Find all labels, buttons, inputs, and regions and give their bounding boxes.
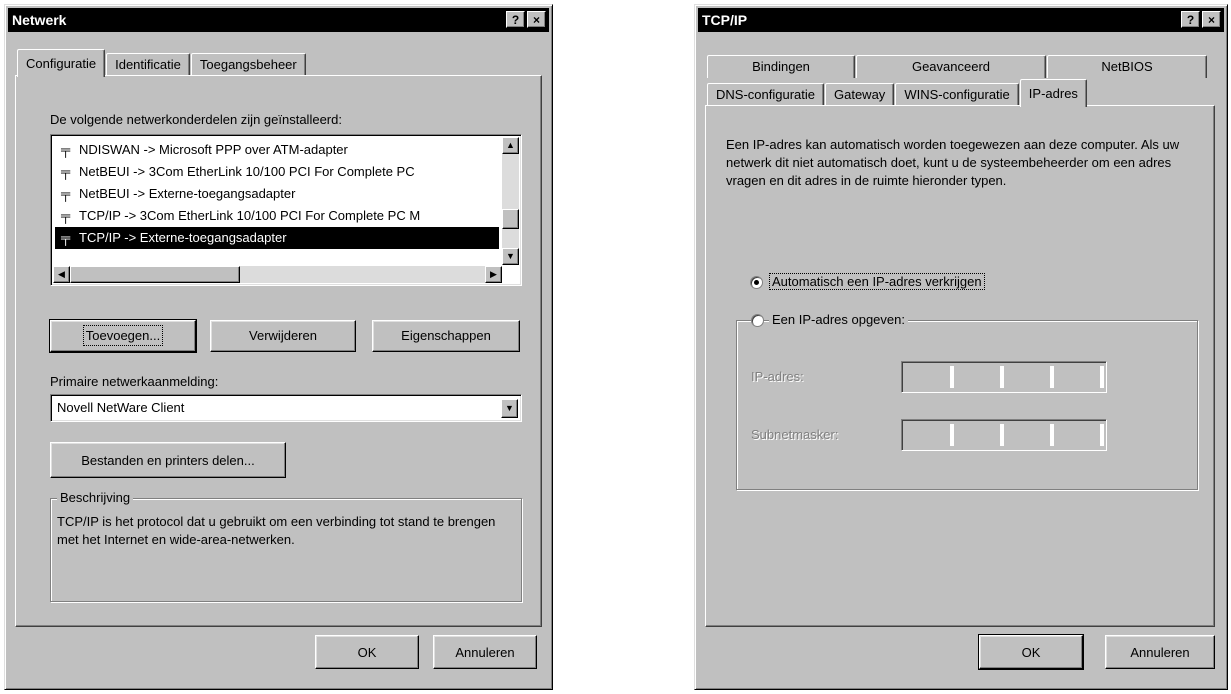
description-text: TCP/IP is het protocol dat u gebruikt om… [57,514,496,547]
tab-identificatie[interactable]: Identificatie [106,53,190,76]
components-list[interactable]: ╤ NDISWAN -> Microsoft PPP over ATM-adap… [50,134,522,286]
list-item-selected[interactable]: ╤ TCP/IP -> Externe-toegangsadapter [55,227,499,249]
network-title: Netwerk [12,12,67,28]
help-button[interactable]: ? [1181,11,1200,28]
subnet-mask-input[interactable] [901,419,1107,451]
primary-logon-value: Novell NetWare Client [57,400,185,415]
manual-ip-groupbox: Een IP-adres opgeven: IP-adres: Subnetma… [736,312,1198,490]
network-tabs: Configuratie Identificatie Toegangsbehee… [17,49,307,77]
protocol-icon: ╤ [61,230,71,245]
ok-button[interactable]: OK [978,634,1084,670]
cancel-button[interactable]: Annuleren [1105,635,1215,669]
primary-logon-label: Primaire netwerkaanmelding: [50,374,219,389]
chevron-down-icon[interactable]: ▼ [501,399,518,418]
tab-wins-configuratie[interactable]: WINS-configuratie [895,83,1019,106]
remove-button[interactable]: Verwijderen [210,320,356,352]
help-button[interactable]: ? [506,11,525,28]
configuratie-panel: De volgende netwerkonderdelen zijn geïns… [15,75,542,627]
tcpip-tabs-back-row: Bindingen Geavanceerd NetBIOS [707,55,1208,78]
network-dialog: Netwerk ? × Configuratie Identificatie T… [4,4,553,690]
radio-manual-ip[interactable] [751,314,764,327]
scroll-down-icon[interactable]: ▼ [502,248,519,265]
add-button[interactable]: Toevoegen... [49,319,197,353]
ok-button[interactable]: OK [315,635,419,669]
file-sharing-button[interactable]: Bestanden en printers delen... [50,442,286,478]
list-item[interactable]: ╤ NetBEUI -> 3Com EtherLink 10/100 PCI F… [55,161,499,183]
cancel-button[interactable]: Annuleren [433,635,537,669]
properties-button[interactable]: Eigenschappen [372,320,520,352]
radio-manual-ip-label[interactable]: Een IP-adres opgeven: [769,312,908,327]
radio-auto-ip[interactable] [750,276,763,289]
tab-netbios[interactable]: NetBIOS [1047,55,1207,78]
tcpip-dialog: TCP/IP ? × Bindingen Geavanceerd NetBIOS… [694,4,1228,690]
components-label: De volgende netwerkonderdelen zijn geïns… [50,112,342,127]
primary-logon-select[interactable]: Novell NetWare Client ▼ [50,394,522,422]
tcpip-title: TCP/IP [702,12,748,28]
ip-address-label: IP-adres: [751,369,804,384]
network-titlebar[interactable]: Netwerk ? × [8,8,549,32]
scroll-right-icon[interactable]: ▶ [485,266,502,283]
tab-dns-configuratie[interactable]: DNS-configuratie [707,83,824,106]
scroll-up-icon[interactable]: ▲ [502,137,519,154]
tab-geavanceerd[interactable]: Geavanceerd [856,55,1046,78]
close-button[interactable]: × [527,11,546,28]
protocol-icon: ╤ [61,208,71,223]
tcpip-titlebar[interactable]: TCP/IP ? × [698,8,1224,32]
protocol-icon: ╤ [61,186,71,201]
protocol-icon: ╤ [61,142,71,157]
radio-auto-ip-label[interactable]: Automatisch een IP-adres verkrijgen [769,273,985,290]
tab-gateway[interactable]: Gateway [825,83,895,106]
tab-ip-adres[interactable]: IP-adres [1019,79,1087,107]
close-button[interactable]: × [1202,11,1221,28]
list-item[interactable]: ╤ NDISWAN -> Microsoft PPP over ATM-adap… [55,139,499,161]
tcpip-tabs-front-row: DNS-configuratie Gateway WINS-configurat… [707,79,1088,107]
subnet-mask-label: Subnetmasker: [751,427,839,442]
scroll-left-icon[interactable]: ◀ [53,266,70,283]
list-item[interactable]: ╤ NetBEUI -> Externe-toegangsadapter [55,183,499,205]
tab-toegangsbeheer[interactable]: Toegangsbeheer [190,53,306,76]
vertical-scrollbar[interactable]: ▲ ▼ [502,137,519,265]
ip-adres-panel: Een IP-adres kan automatisch worden toeg… [705,105,1215,627]
horizontal-scrollbar[interactable]: ◀ ▶ [53,266,502,283]
list-item[interactable]: ╤ TCP/IP -> 3Com EtherLink 10/100 PCI Fo… [55,205,499,227]
tab-bindingen[interactable]: Bindingen [707,55,855,78]
description-legend: Beschrijving [57,490,134,505]
ip-info-text: Een IP-adres kan automatisch worden toeg… [726,137,1180,188]
ip-address-input[interactable] [901,361,1107,393]
tab-configuratie[interactable]: Configuratie [17,49,106,77]
description-groupbox: Beschrijving TCP/IP is het protocol dat … [50,490,522,602]
scroll-thumb-horizontal[interactable] [70,266,240,283]
scroll-thumb[interactable] [502,209,519,229]
protocol-icon: ╤ [61,164,71,179]
